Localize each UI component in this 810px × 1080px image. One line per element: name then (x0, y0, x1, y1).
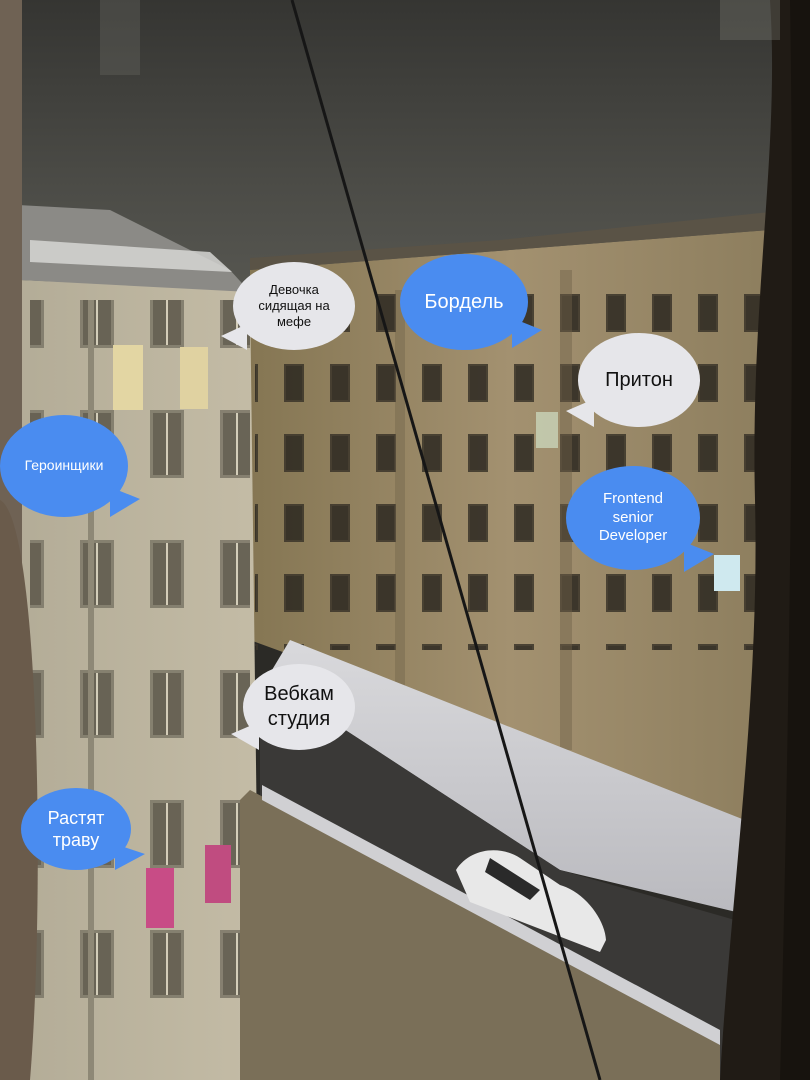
bubble-vebkam: Вебкам студия (231, 664, 355, 750)
courtyard-photo: Девочка сидящая на мефе Бордель Притон Г… (0, 0, 810, 1080)
bubble-geroinshchiki-text: Героинщики (24, 457, 104, 474)
bubble-devochka: Девочка сидящая на мефе (221, 262, 355, 350)
bubble-priton: Притон (566, 333, 700, 427)
bubble-rastyat-text: Растят траву (47, 807, 105, 851)
bubble-devochka-text: Девочка сидящая на мефе (258, 281, 330, 330)
bubble-priton-text: Притон (605, 368, 673, 391)
bubble-frontend-text: Frontend senior Developer (598, 489, 668, 545)
bubble-bordel: Бордель (400, 254, 542, 350)
bubble-frontend: Frontend senior Developer (566, 466, 714, 572)
bubble-geroinshchiki: Героинщики (0, 415, 140, 517)
bubble-vebkam-text: Вебкам студия (264, 683, 334, 730)
bubble-bordel-text: Бордель (424, 290, 504, 313)
bubble-rastyat: Растят траву (21, 788, 145, 870)
